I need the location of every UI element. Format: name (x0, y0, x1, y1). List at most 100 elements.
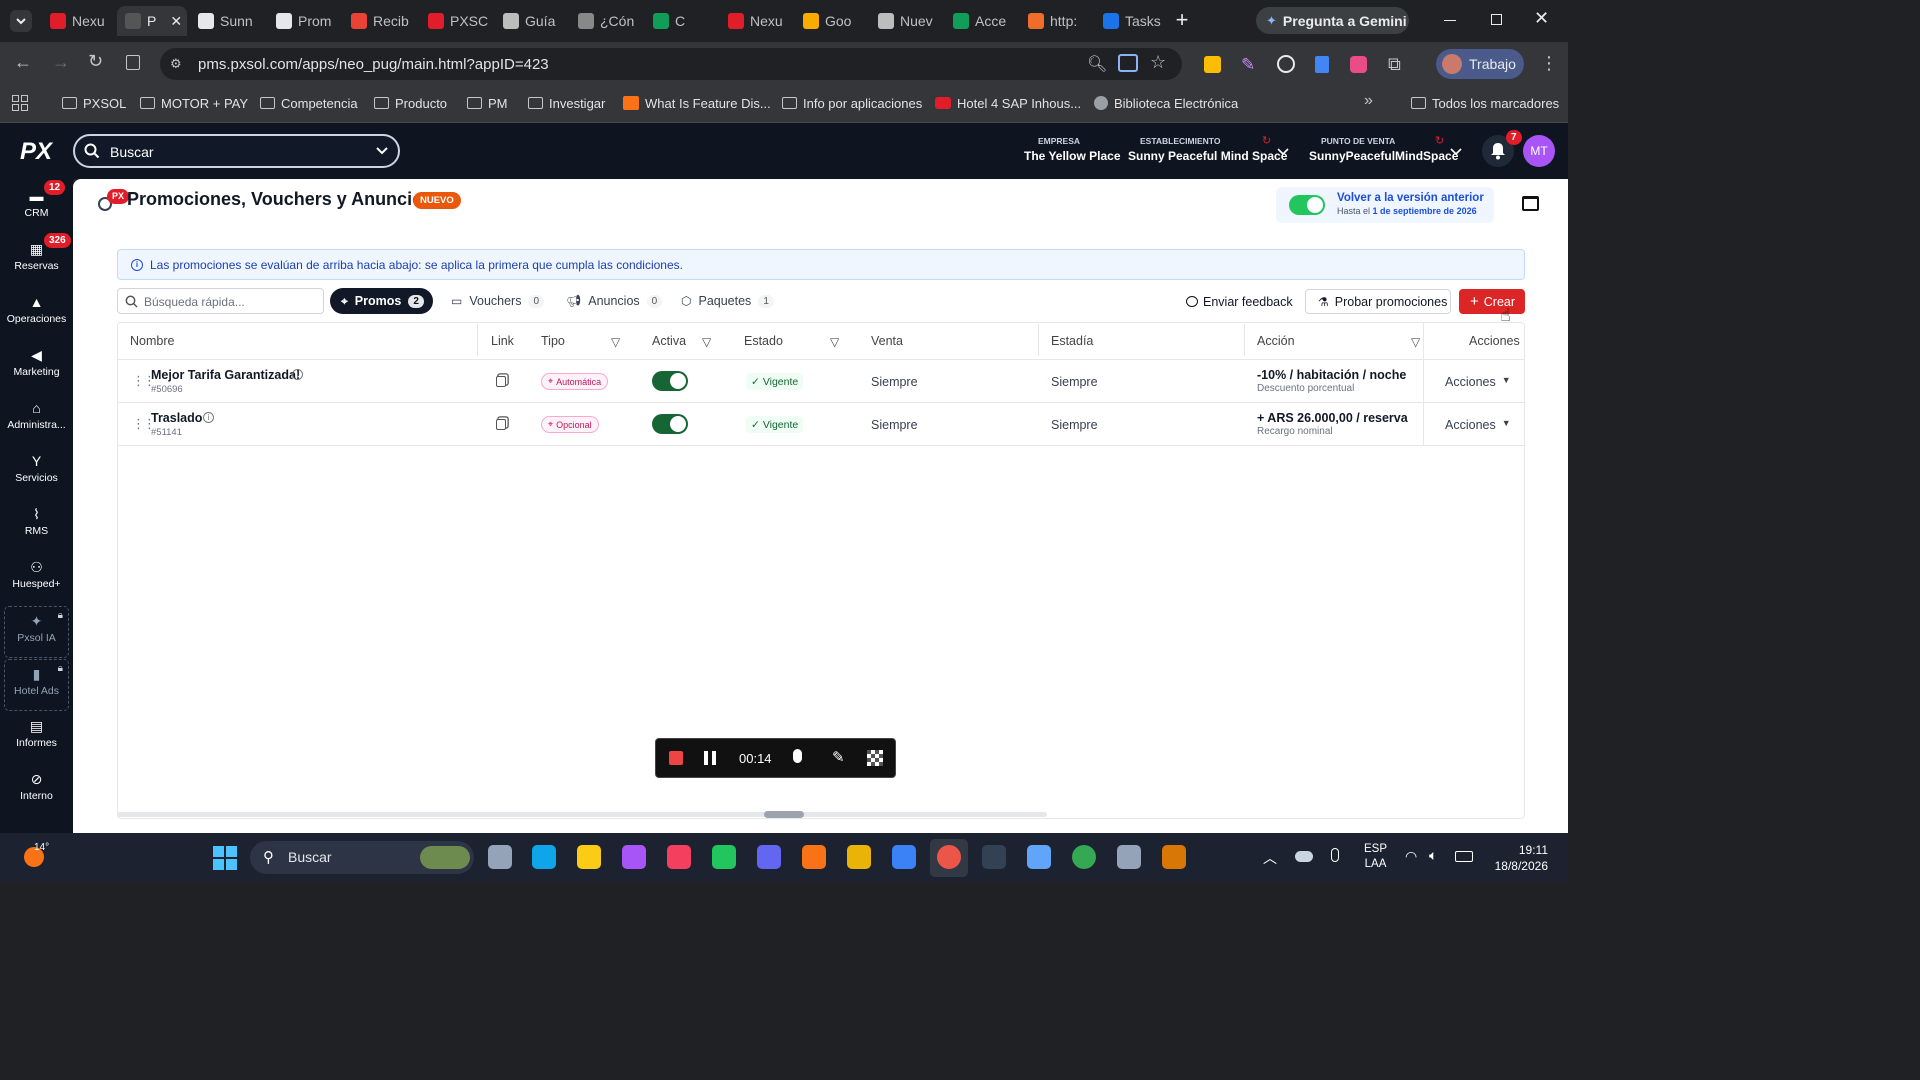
extension-icon-1[interactable] (1204, 56, 1221, 73)
apps-grid-icon[interactable] (12, 95, 28, 111)
actions-dropdown[interactable]: Acciones ▼ (1445, 375, 1511, 389)
stop-icon[interactable] (669, 751, 683, 765)
browser-tab[interactable]: Nexu (42, 6, 114, 36)
clock[interactable]: 19:11 18/8/2026 (1490, 842, 1548, 874)
browser-tab[interactable]: Goo (795, 6, 867, 36)
back-icon[interactable]: ← (14, 52, 32, 73)
bookmarks-overflow-icon[interactable]: » (1364, 92, 1373, 110)
create-button[interactable]: + Crear (1459, 289, 1525, 314)
browser-tab[interactable]: Acce (945, 6, 1017, 36)
address-bar[interactable]: ⚙ pms.pxsol.com/apps/neo_pug/main.html?a… (160, 48, 1182, 80)
site-info-icon[interactable]: ⚙ (170, 56, 186, 72)
promo-name[interactable]: Traslado (151, 411, 202, 425)
column-header-2[interactable]: Tipo (541, 334, 565, 348)
book-icon[interactable] (1522, 196, 1539, 211)
close-tab-icon[interactable]: ✕ (170, 13, 182, 30)
browser-tab[interactable]: C (645, 6, 717, 36)
filter-icon[interactable]: ▽ (702, 335, 711, 349)
star-icon[interactable]: ☆ (1150, 52, 1166, 73)
bookmark-item[interactable]: Info por aplicaciones (782, 94, 922, 112)
forward-icon[interactable]: → (52, 52, 70, 73)
tab-anuncios[interactable]: 📢︎ Anuncios 0 (555, 288, 671, 314)
sidebar-item-crm[interactable]: ▬ CRM 12 (0, 180, 73, 234)
app-icon[interactable] (757, 845, 781, 869)
all-bookmarks[interactable]: Todos los marcadores (1411, 94, 1559, 112)
bookmark-item[interactable]: PM (467, 94, 508, 112)
snipping-tool-icon[interactable] (667, 845, 691, 869)
browser-tab[interactable]: http: (1020, 6, 1092, 36)
app-icon[interactable] (802, 845, 826, 869)
filter-icon[interactable]: ▽ (830, 335, 839, 349)
bookmark-item[interactable]: Competencia (260, 94, 358, 112)
task-view-icon[interactable] (488, 845, 512, 869)
bookmark-item[interactable]: PXSOL (62, 94, 126, 112)
browser-tab[interactable]: Tasks (1095, 6, 1167, 36)
file-explorer-icon[interactable] (577, 845, 601, 869)
browser-tab[interactable]: ¿Cón (570, 6, 642, 36)
tab-vouchers[interactable]: ▭ Vouchers 0 (440, 288, 553, 314)
sidebar-item-huesped+[interactable]: ⚇ Huesped+ (0, 553, 73, 605)
webcam-icon[interactable] (867, 750, 883, 766)
quick-search-input[interactable]: Búsqueda rápida... (117, 288, 324, 314)
settings-icon[interactable] (1117, 845, 1141, 869)
sidebar-item-rms[interactable]: ⌇ RMS (0, 500, 73, 552)
column-header-4[interactable]: Estado (744, 334, 783, 348)
browser-menu-icon[interactable]: ⋮ (1540, 54, 1558, 72)
test-promos-button[interactable]: ⚗ Probar promociones (1305, 289, 1451, 314)
back-version-title[interactable]: Volver a la versión anterior (1337, 192, 1484, 204)
volume-icon[interactable]: 🔈︎ (1429, 847, 1437, 864)
global-search[interactable]: Buscar (73, 134, 400, 168)
bookmark-item[interactable]: What Is Feature Dis... (623, 94, 771, 112)
sidebar-item-servicios[interactable]: Y Servicios (0, 447, 73, 499)
avatar[interactable]: MT (1523, 135, 1555, 167)
browser-tab[interactable]: PXSC (420, 6, 492, 36)
taskbar-search[interactable]: ⚲ Buscar (250, 841, 474, 874)
filter-icon[interactable]: ▽ (1411, 335, 1420, 349)
extension-icon-2[interactable]: ✎ (1241, 55, 1255, 75)
copy-link-icon[interactable] (496, 419, 506, 430)
start-icon[interactable] (213, 846, 237, 870)
notepad-icon[interactable] (1027, 845, 1051, 869)
extension-icon-5[interactable] (1350, 56, 1367, 73)
sidebar-item-interno[interactable]: ⊘ Interno (0, 765, 73, 817)
tab-paquetes[interactable]: ⬡ Paquetes 1 (670, 288, 783, 314)
browser-tab[interactable]: Sunn (190, 6, 262, 36)
tray-chevron-icon[interactable]: ︿ (1263, 848, 1277, 868)
browser-tab[interactable]: Recib (343, 6, 415, 36)
extensions-puzzle-icon[interactable]: ⧉ (1388, 54, 1401, 75)
terminal-icon[interactable] (982, 845, 1006, 869)
browser-tab[interactable]: Prom (268, 6, 340, 36)
chrome-icon[interactable] (1072, 845, 1096, 869)
actions-dropdown[interactable]: Acciones ▼ (1445, 418, 1511, 432)
sidebar-item-operaciones[interactable]: ▲ Operaciones (0, 288, 73, 340)
install-app-icon[interactable] (1118, 54, 1138, 72)
bookmark-item[interactable]: Hotel 4 SAP Inhous... (935, 94, 1081, 112)
app-icon[interactable] (892, 845, 916, 869)
horizontal-scrollbar[interactable] (117, 812, 1047, 817)
zoom-icon[interactable]: 🔍︎ (1087, 54, 1107, 74)
scrollbar-thumb[interactable] (764, 811, 804, 818)
active-toggle[interactable] (652, 371, 688, 391)
url-text[interactable]: pms.pxsol.com/apps/neo_pug/main.html?app… (198, 56, 549, 73)
battery-icon[interactable] (1455, 851, 1473, 862)
pause-icon[interactable] (704, 751, 716, 765)
tab-search-button[interactable] (10, 10, 32, 32)
column-header-8[interactable]: Acciones (1469, 334, 1520, 348)
app-icon[interactable] (1162, 845, 1186, 869)
app-icon[interactable] (847, 845, 871, 869)
chevron-down-icon[interactable] (1277, 147, 1289, 157)
extension-icon-3[interactable] (1277, 55, 1295, 73)
column-header-1[interactable]: Link (491, 334, 514, 348)
tab-promos[interactable]: ⌖ Promos 2 (330, 288, 433, 314)
promo-name[interactable]: Mejor Tarifa Garantizada! (151, 368, 300, 382)
feedback-button[interactable]: Enviar feedback (1178, 289, 1301, 314)
sidebar-item-administra[interactable]: ⌂ Administra... (0, 394, 73, 446)
edge-icon[interactable] (532, 845, 556, 869)
back-version-toggle[interactable] (1289, 195, 1325, 215)
sidebar-item-marketing[interactable]: ◀ Marketing (0, 341, 73, 393)
wifi-icon[interactable]: ◠ (1405, 848, 1417, 865)
browser-tab[interactable]: Nuev (870, 6, 942, 36)
column-header-6[interactable]: Estadía (1051, 334, 1093, 348)
column-header-5[interactable]: Venta (871, 334, 903, 348)
sidebar-item-reservas[interactable]: ▦ Reservas 326 (0, 233, 73, 287)
